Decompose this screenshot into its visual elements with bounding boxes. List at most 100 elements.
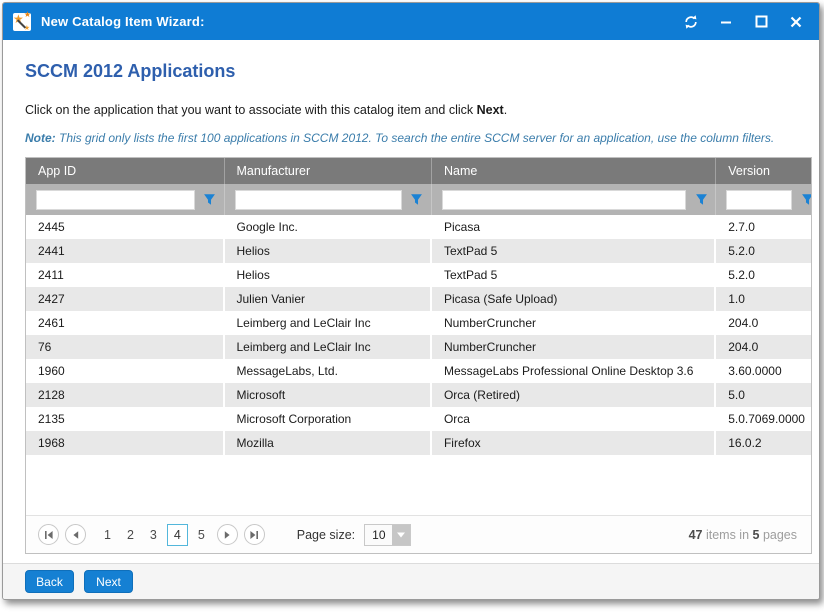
cell-name: Orca (Retired) — [432, 383, 716, 407]
last-page-button[interactable] — [244, 524, 265, 545]
instruction-prefix: Click on the application that you want t… — [25, 103, 477, 117]
grid-filter-row — [26, 184, 811, 215]
funnel-icon[interactable] — [693, 192, 709, 208]
filter-input-manufacturer[interactable] — [235, 190, 402, 210]
filter-input-version[interactable] — [726, 190, 792, 210]
filter-input-appid[interactable] — [36, 190, 195, 210]
cell-manufacturer: MessageLabs, Ltd. — [225, 359, 432, 383]
refresh-icon[interactable] — [682, 13, 700, 31]
funnel-icon[interactable] — [202, 192, 218, 208]
cell-manufacturer: Microsoft Corporation — [225, 407, 432, 431]
minimize-icon[interactable] — [717, 13, 735, 31]
filter-cell-manufacturer — [225, 184, 432, 215]
table-row[interactable]: 2128MicrosoftOrca (Retired)5.0 — [26, 383, 811, 407]
cell-name: NumberCruncher — [432, 335, 716, 359]
table-row[interactable]: 2441HeliosTextPad 55.2.0 — [26, 239, 811, 263]
cell-name: Orca — [432, 407, 716, 431]
page-number-5[interactable]: 5 — [192, 525, 211, 545]
cell-name: Picasa (Safe Upload) — [432, 287, 716, 311]
funnel-icon[interactable] — [799, 192, 811, 208]
cell-appid: 2445 — [26, 215, 225, 239]
table-row[interactable]: 2411HeliosTextPad 55.2.0 — [26, 263, 811, 287]
page-size-label: Page size: — [297, 528, 355, 542]
cell-version: 5.2.0 — [716, 263, 811, 287]
next-page-button[interactable] — [217, 524, 238, 545]
cell-name: TextPad 5 — [432, 263, 716, 287]
cell-manufacturer: Helios — [225, 239, 432, 263]
pages-text: pages — [759, 528, 797, 542]
page-number-list: 12345 — [96, 524, 213, 546]
cell-appid: 76 — [26, 335, 225, 359]
cell-version: 1.0 — [716, 287, 811, 311]
cell-name: Picasa — [432, 215, 716, 239]
cell-appid: 2411 — [26, 263, 225, 287]
cell-version: 5.0 — [716, 383, 811, 407]
cell-name: NumberCruncher — [432, 311, 716, 335]
cell-name: Firefox — [432, 431, 716, 455]
cell-manufacturer: Google Inc. — [225, 215, 432, 239]
first-page-button[interactable] — [38, 524, 59, 545]
prev-page-button[interactable] — [65, 524, 86, 545]
cell-appid: 1960 — [26, 359, 225, 383]
grid-body: 2445Google Inc.Picasa2.7.02441HeliosText… — [26, 215, 811, 455]
table-row[interactable]: 2445Google Inc.Picasa2.7.0 — [26, 215, 811, 239]
filter-input-name[interactable] — [442, 190, 686, 210]
column-header-appid[interactable]: App ID — [26, 158, 225, 184]
filter-cell-appid — [26, 184, 225, 215]
cell-manufacturer: Leimberg and LeClair Inc — [225, 335, 432, 359]
page-size-dropdown[interactable]: 10 — [364, 524, 411, 546]
next-button[interactable]: Next — [84, 570, 133, 593]
cell-version: 5.0.7069.0000 — [716, 407, 811, 431]
table-row[interactable]: 2135Microsoft CorporationOrca5.0.7069.00… — [26, 407, 811, 431]
wizard-icon: ★ ★ ★ — [13, 13, 31, 31]
note-label: Note: — [25, 131, 56, 145]
items-summary: 47 items in 5 pages — [689, 528, 797, 542]
page-number-4[interactable]: 4 — [167, 524, 188, 546]
instruction-next-emphasis: Next — [477, 103, 504, 117]
maximize-icon[interactable] — [752, 13, 770, 31]
column-header-manufacturer[interactable]: Manufacturer — [225, 158, 432, 184]
cell-appid: 1968 — [26, 431, 225, 455]
window-controls — [682, 13, 805, 31]
wizard-content: SCCM 2012 Applications Click on the appl… — [3, 61, 819, 554]
cell-manufacturer: Mozilla — [225, 431, 432, 455]
filter-cell-version — [716, 184, 811, 215]
wizard-window: ★ ★ ★ New Catalog Item Wizard: — [2, 2, 820, 600]
cell-version: 5.2.0 — [716, 239, 811, 263]
cell-name: MessageLabs Professional Online Desktop … — [432, 359, 716, 383]
chevron-down-icon[interactable] — [392, 525, 410, 545]
column-header-version[interactable]: Version — [716, 158, 811, 184]
instruction-suffix: . — [504, 103, 507, 117]
page-number-2[interactable]: 2 — [121, 525, 140, 545]
back-button[interactable]: Back — [25, 570, 74, 593]
table-row[interactable]: 76Leimberg and LeClair IncNumberCruncher… — [26, 335, 811, 359]
items-count: 47 — [689, 528, 703, 542]
close-icon[interactable] — [787, 13, 805, 31]
column-header-name[interactable]: Name — [432, 158, 716, 184]
cell-version: 204.0 — [716, 311, 811, 335]
title-bar: ★ ★ ★ New Catalog Item Wizard: — [3, 3, 819, 40]
note-text: Note: This grid only lists the first 100… — [25, 131, 819, 145]
page-number-1[interactable]: 1 — [98, 525, 117, 545]
wizard-footer: Back Next — [3, 563, 819, 599]
grid-header-row: App ID Manufacturer Name Version — [26, 158, 811, 184]
window-title: New Catalog Item Wizard: — [41, 14, 205, 29]
cell-version: 2.7.0 — [716, 215, 811, 239]
table-row[interactable]: 1960MessageLabs, Ltd.MessageLabs Profess… — [26, 359, 811, 383]
star-glyph: ★ — [24, 10, 31, 19]
table-row[interactable]: 2427Julien VanierPicasa (Safe Upload)1.0 — [26, 287, 811, 311]
cell-manufacturer: Microsoft — [225, 383, 432, 407]
items-text: items in — [703, 528, 753, 542]
cell-appid: 2135 — [26, 407, 225, 431]
cell-version: 204.0 — [716, 335, 811, 359]
cell-manufacturer: Julien Vanier — [225, 287, 432, 311]
cell-name: TextPad 5 — [432, 239, 716, 263]
applications-grid: App ID Manufacturer Name Version — [25, 157, 812, 554]
cell-manufacturer: Leimberg and LeClair Inc — [225, 311, 432, 335]
page-number-3[interactable]: 3 — [144, 525, 163, 545]
cell-version: 16.0.2 — [716, 431, 811, 455]
table-row[interactable]: 1968MozillaFirefox16.0.2 — [26, 431, 811, 455]
note-body: This grid only lists the first 100 appli… — [56, 131, 775, 145]
table-row[interactable]: 2461Leimberg and LeClair IncNumberCrunch… — [26, 311, 811, 335]
funnel-icon[interactable] — [409, 192, 425, 208]
